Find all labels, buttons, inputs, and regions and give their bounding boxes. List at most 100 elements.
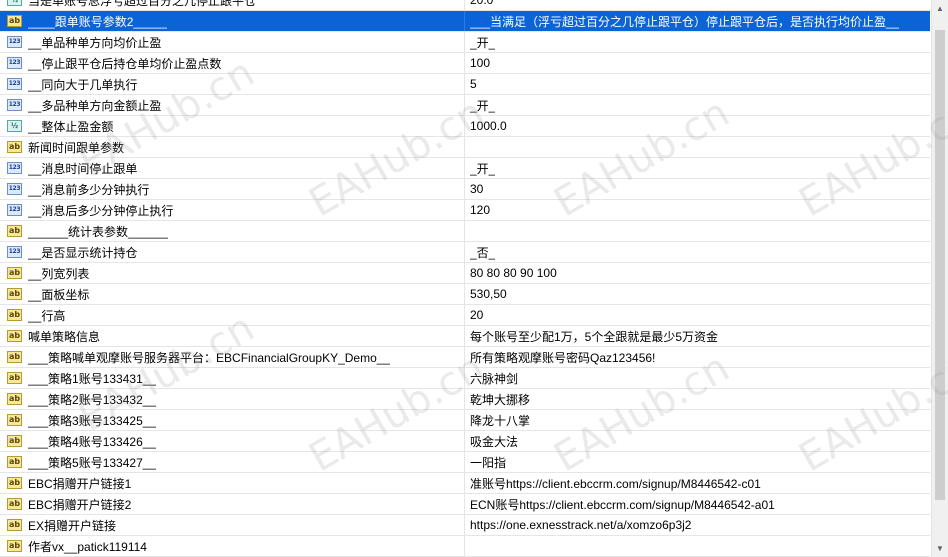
parameter-name-cell[interactable]: ab 作者vx__patick119114 [0,536,465,556]
parameter-value-cell[interactable]: 120 [465,200,930,220]
parameter-row[interactable]: 123 __多品种单方向金额止盈 _开_ [0,95,930,116]
parameter-row[interactable]: ab EX捐赠开户链接 https://one.exnesstrack.net/a/… [0,515,930,536]
parameter-value[interactable]: 乾坤大挪移 [470,391,530,408]
parameter-name-cell[interactable]: ab 新闻时间跟单参数 [0,137,465,157]
parameter-row[interactable]: 123 __同向大于几单执行 5 [0,74,930,95]
parameter-value-cell[interactable]: 准账号https://client.ebccrm.com/signup/M844… [465,473,930,493]
parameter-value[interactable]: ECN账号https://client.ebccrm.com/signup/M8… [470,496,775,513]
parameter-name-cell[interactable]: ab EBC捐赠开户链接2 [0,494,465,514]
parameter-row[interactable]: ab ___策略喊单观摩账号服务器平台：EBCFinancialGroupKY_D… [0,347,930,368]
parameter-value[interactable]: https://one.exnesstrack.net/a/xomzo6p3j2 [470,518,691,532]
parameter-row[interactable]: ab EBC捐赠开户链接1 准账号https://client.ebccrm.com… [0,473,930,494]
parameter-row[interactable]: 123 __是否显示统计持仓 _否_ [0,242,930,263]
parameter-value[interactable]: _开_ [470,34,495,51]
parameter-value[interactable]: 530,50 [470,287,507,301]
parameter-name-cell[interactable]: ab ____跟单账号参数2_____ [0,11,465,31]
parameter-value-cell[interactable]: 每个账号至少配1万，5个全跟就是最少5万资金 [465,326,930,346]
parameter-row[interactable]: ab 喊单策略信息 每个账号至少配1万，5个全跟就是最少5万资金 [0,326,930,347]
parameter-value[interactable]: 1000.0 [470,119,507,133]
parameter-value-cell[interactable] [465,536,930,556]
parameter-name-cell[interactable]: 123 __是否显示统计持仓 [0,242,465,262]
parameter-value[interactable]: 20.0 [470,0,493,7]
parameter-value-cell[interactable]: 20 [465,305,930,325]
parameter-value[interactable]: 六脉神剑 [470,370,518,387]
parameter-value-cell[interactable]: 降龙十八掌 [465,410,930,430]
parameter-name-cell[interactable]: ab __面板坐标 [0,284,465,304]
parameter-name-cell[interactable]: ½ 当是单账号总浮亏超过百分之几停止跟平仓 [0,0,465,10]
parameter-value-cell[interactable]: 30 [465,179,930,199]
parameter-name-cell[interactable]: ½ __整体止盈金额 [0,116,465,136]
parameter-row[interactable]: ab 新闻时间跟单参数 [0,137,930,158]
parameter-value[interactable]: 80 80 80 90 100 [470,266,557,280]
scroll-down-arrow-icon[interactable]: ▼ [932,540,948,557]
parameter-row[interactable]: ab __面板坐标 530,50 [0,284,930,305]
parameter-name-cell[interactable]: 123 __消息后多少分钟停止执行 [0,200,465,220]
parameter-name-cell[interactable]: ab 喊单策略信息 [0,326,465,346]
parameter-value[interactable]: 每个账号至少配1万，5个全跟就是最少5万资金 [470,328,718,345]
parameter-name-cell[interactable]: 123 __消息前多少分钟执行 [0,179,465,199]
parameter-row[interactable]: ab ______统计表参数______ [0,221,930,242]
parameter-name-cell[interactable]: 123 __同向大于几单执行 [0,74,465,94]
parameter-row[interactable]: ab __列宽列表 80 80 80 90 100 [0,263,930,284]
scroll-up-arrow-icon[interactable]: ▲ [932,0,948,17]
parameter-row[interactable]: ab ____跟单账号参数2_____ ___当满足（浮亏超过百分之几停止跟平仓）停… [0,11,930,32]
parameter-value-cell[interactable]: _开_ [465,158,930,178]
parameter-value[interactable]: 100 [470,56,490,70]
parameter-row[interactable]: ab ___策略3账号133425__ 降龙十八掌 [0,410,930,431]
parameter-row[interactable]: 123 __消息前多少分钟执行 30 [0,179,930,200]
parameter-value[interactable]: 一阳指 [470,454,506,471]
parameter-row[interactable]: ab ___策略5账号133427__ 一阳指 [0,452,930,473]
parameter-name-cell[interactable]: ab ___策略1账号133431__ [0,368,465,388]
parameter-value[interactable]: 20 [470,308,483,322]
parameter-row[interactable]: ab ___策略2账号133432__ 乾坤大挪移 [0,389,930,410]
parameter-value[interactable]: 降龙十八掌 [470,412,530,429]
parameter-name-cell[interactable]: 123 __消息时间停止跟单 [0,158,465,178]
parameter-value-cell[interactable]: _否_ [465,242,930,262]
parameter-name-cell[interactable]: 123 __单品种单方向均价止盈 [0,32,465,52]
parameter-name-cell[interactable]: ab ___策略5账号133427__ [0,452,465,472]
parameter-value-cell[interactable]: ___当满足（浮亏超过百分之几停止跟平仓）停止跟平仓后，是否执行均价止盈__ [465,11,930,31]
parameter-value[interactable]: _否_ [470,244,495,261]
parameter-name-cell[interactable]: ab ___策略3账号133425__ [0,410,465,430]
parameter-value[interactable]: 准账号https://client.ebccrm.com/signup/M844… [470,475,761,492]
parameter-value[interactable]: 30 [470,182,483,196]
parameter-name-cell[interactable]: ab ___策略4账号133426__ [0,431,465,451]
parameter-value[interactable]: ___当满足（浮亏超过百分之几停止跟平仓）停止跟平仓后，是否执行均价止盈__ [470,13,899,30]
parameter-name-cell[interactable]: ab __行高 [0,305,465,325]
scroll-thumb[interactable] [935,30,945,500]
parameter-value-cell[interactable]: 六脉神剑 [465,368,930,388]
parameter-value-cell[interactable]: 530,50 [465,284,930,304]
parameter-name-cell[interactable]: ab EBC捐赠开户链接1 [0,473,465,493]
parameter-value-cell[interactable]: 所有策略观摩账号密码Qaz123456! [465,347,930,367]
parameter-value-cell[interactable] [465,221,930,241]
parameter-row[interactable]: ½ __整体止盈金额 1000.0 [0,116,930,137]
parameter-row[interactable]: 123 __消息后多少分钟停止执行 120 [0,200,930,221]
parameter-row[interactable]: ab ___策略4账号133426__ 吸金大法 [0,431,930,452]
parameter-name-cell[interactable]: ab ______统计表参数______ [0,221,465,241]
parameter-name-cell[interactable]: ab ___策略2账号133432__ [0,389,465,409]
parameter-value-cell[interactable]: 1000.0 [465,116,930,136]
parameter-row[interactable]: ab EBC捐赠开户链接2 ECN账号https://client.ebccrm.c… [0,494,930,515]
parameter-row[interactable]: 123 __单品种单方向均价止盈 _开_ [0,32,930,53]
parameter-value-cell[interactable]: 80 80 80 90 100 [465,263,930,283]
parameter-value[interactable]: 5 [470,77,477,91]
parameter-value-cell[interactable]: 20.0 [465,0,930,10]
parameter-value[interactable]: _开_ [470,97,495,114]
parameter-value-cell[interactable]: 吸金大法 [465,431,930,451]
parameter-row[interactable]: ab __行高 20 [0,305,930,326]
parameter-name-cell[interactable]: 123 __停止跟平仓后持仓单均价止盈点数 [0,53,465,73]
parameter-row[interactable]: ½ 当是单账号总浮亏超过百分之几停止跟平仓 20.0 [0,0,930,11]
parameter-row[interactable]: ab 作者vx__patick119114 [0,536,930,557]
parameter-name-cell[interactable]: ab EX捐赠开户链接 [0,515,465,535]
parameter-name-cell[interactable]: ab ___策略喊单观摩账号服务器平台：EBCFinancialGroupKY_D… [0,347,465,367]
parameter-value-cell[interactable]: 一阳指 [465,452,930,472]
parameter-value[interactable]: 吸金大法 [470,433,518,450]
parameter-value-cell[interactable]: 5 [465,74,930,94]
parameter-value-cell[interactable]: https://one.exnesstrack.net/a/xomzo6p3j2 [465,515,930,535]
parameter-value-cell[interactable]: _开_ [465,32,930,52]
parameter-value-cell[interactable]: ECN账号https://client.ebccrm.com/signup/M8… [465,494,930,514]
parameter-row[interactable]: ab ___策略1账号133431__ 六脉神剑 [0,368,930,389]
parameter-value-cell[interactable]: _开_ [465,95,930,115]
parameter-value-cell[interactable]: 乾坤大挪移 [465,389,930,409]
parameter-name-cell[interactable]: ab __列宽列表 [0,263,465,283]
